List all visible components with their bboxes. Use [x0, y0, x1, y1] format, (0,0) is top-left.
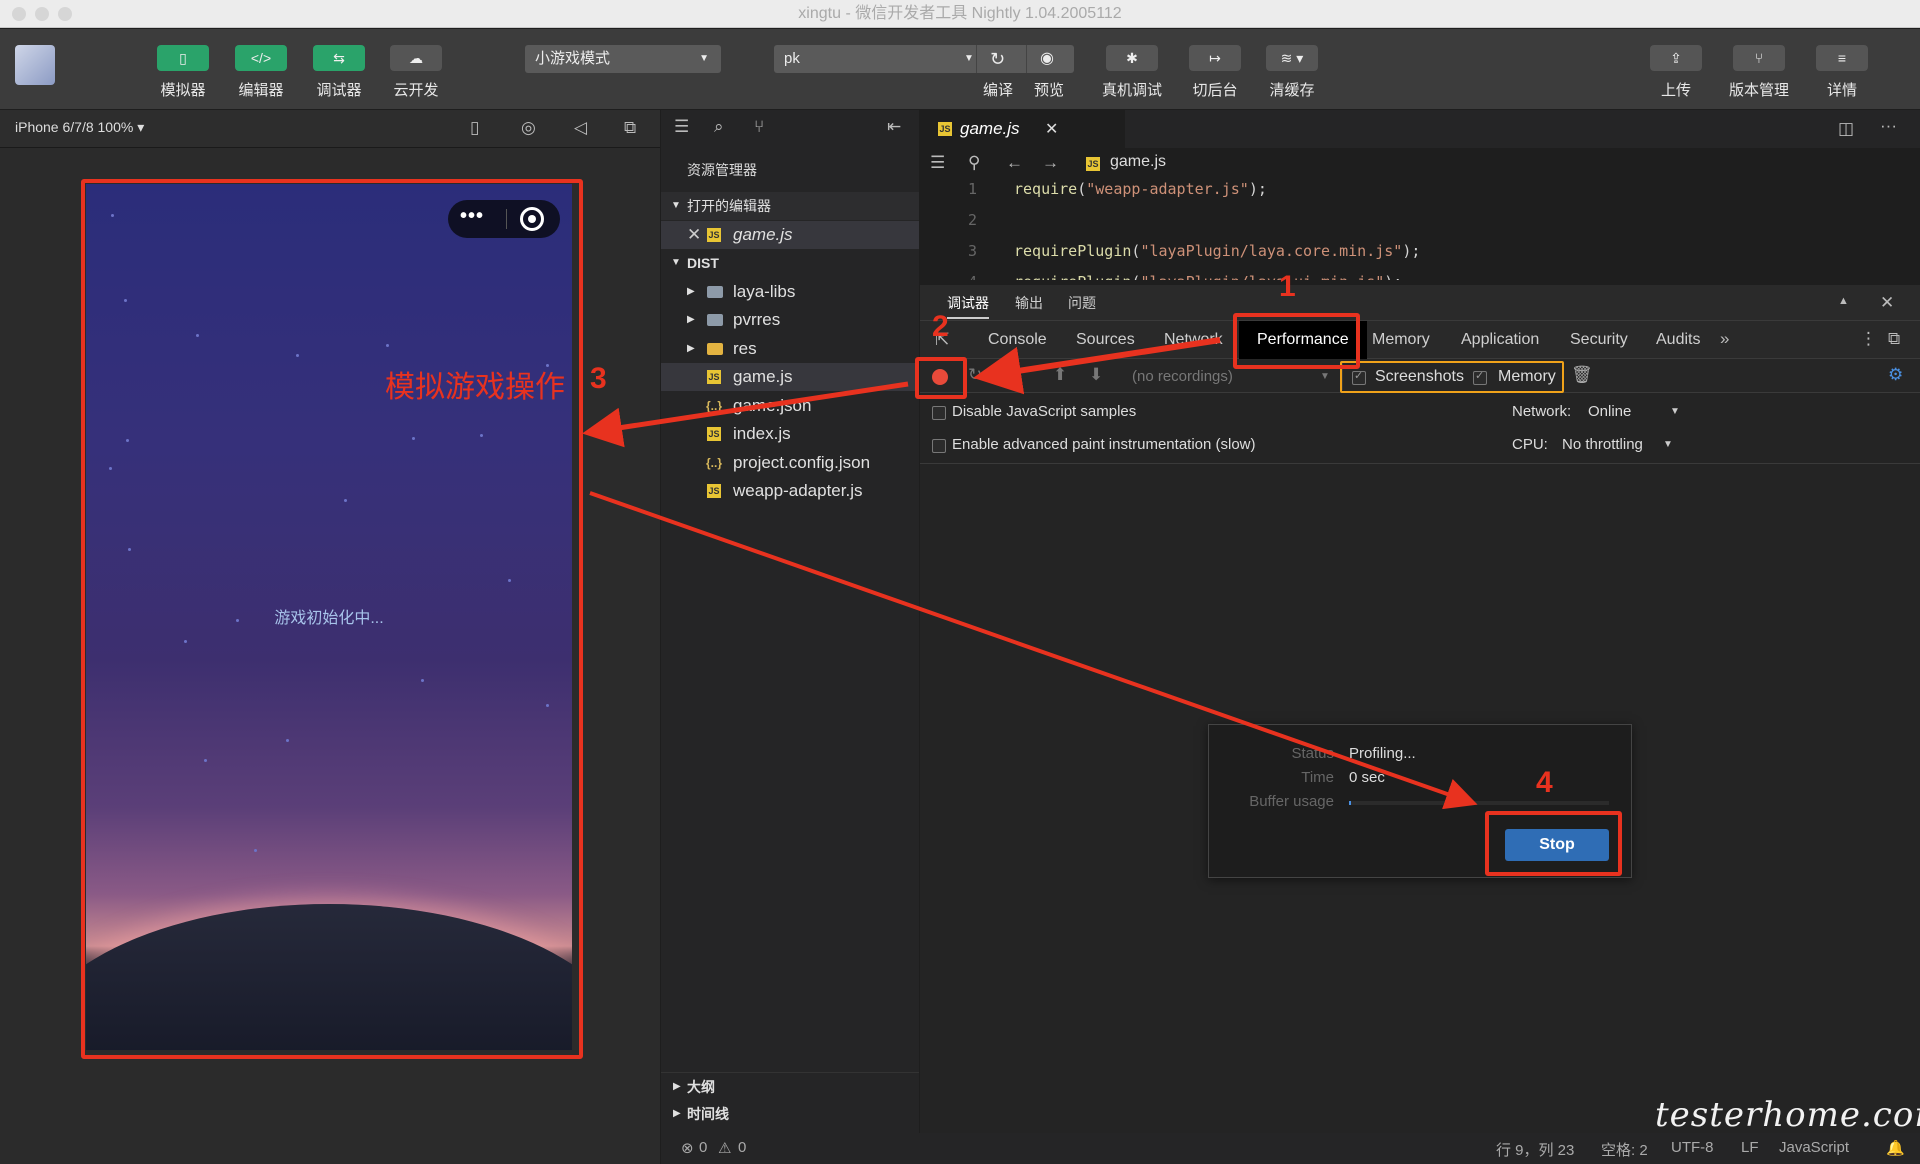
arrow-to-stop — [589, 491, 1478, 810]
annotation-step-4: 4 — [1536, 766, 1553, 799]
watermark: testerhome.com — [1655, 1095, 1920, 1135]
arrow-to-simulator — [582, 381, 909, 448]
arrow-to-record — [973, 337, 1221, 395]
annotation-arrows — [582, 337, 1478, 810]
annotation-step-2: 2 — [932, 310, 949, 343]
annotation-step-1: 1 — [1279, 270, 1296, 303]
annotation-step-3: 3 — [590, 362, 607, 395]
annotation-note: 模拟游戏操作 — [385, 371, 565, 404]
